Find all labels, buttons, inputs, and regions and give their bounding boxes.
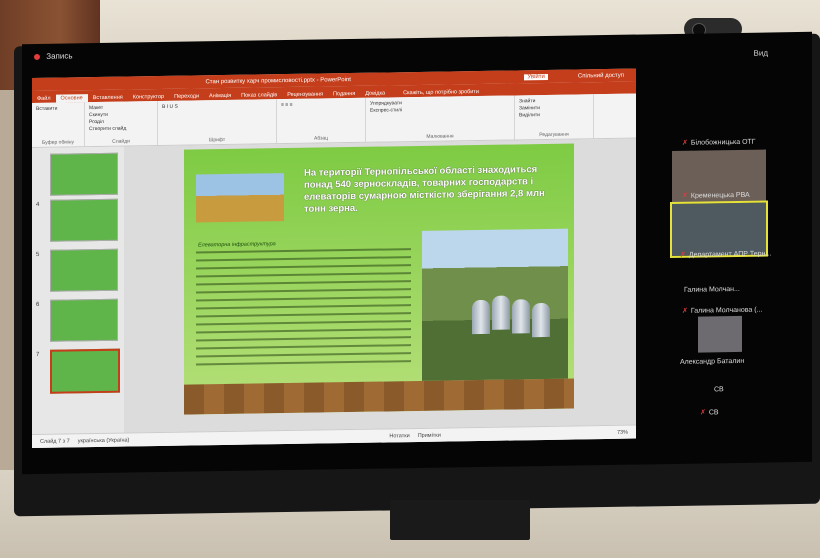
record-dot-icon (34, 53, 40, 60)
editing-group: Знайти Замінити Виділити Редагування (515, 94, 594, 140)
slide-number: 4 (36, 201, 40, 208)
notes-button[interactable]: Нотатки (389, 433, 409, 439)
participant-name: ✗ Білобожницька ОТГ (682, 138, 756, 147)
silo-shape (472, 299, 490, 335)
grain-field-image (196, 173, 284, 223)
powerpoint-window: Стан розвитку харч промисловості.pptx - … (32, 68, 636, 449)
slide-thumbnail[interactable] (50, 248, 118, 292)
slide-subtitle[interactable]: Елеваторна інфраструктура (198, 241, 276, 248)
quick-styles-button[interactable]: Експрес-стилі (370, 106, 510, 115)
slide-canvas: На території Тернопільської області знах… (124, 138, 636, 434)
mic-muted-icon: ✗ (700, 409, 706, 417)
slide-thumbnail-selected[interactable] (50, 348, 120, 394)
slide-thumbnail[interactable] (50, 198, 118, 242)
paste-button[interactable]: Вставити (36, 105, 80, 113)
drawing-label: Малювання (426, 133, 454, 140)
clipboard-label: Буфер обміну (41, 139, 75, 146)
clipboard-group: Вставити Буфер обміну (32, 102, 85, 148)
paragraph-label: Абзац (313, 135, 329, 142)
participant-name: ✗ СВ (700, 409, 719, 417)
participant-name: ✗ Департамент АПР Терн... (680, 250, 772, 259)
participant-initials: СВ (714, 386, 724, 394)
current-slide[interactable]: На території Тернопільської області знах… (184, 143, 574, 415)
slide-number: 5 (36, 251, 40, 258)
font-format-buttons[interactable]: B I U S (162, 102, 272, 111)
monitor-screen: Запись Вид Стан розвитку харч промислово… (22, 31, 812, 475)
comments-button[interactable]: Примітки (418, 432, 441, 438)
participant-video[interactable] (698, 315, 742, 353)
slide-number: 6 (36, 301, 40, 308)
wood-floor-decor (184, 378, 574, 415)
mic-muted-icon: ✗ (682, 307, 688, 315)
mic-muted-icon: ✗ (682, 139, 688, 147)
sign-in-button[interactable]: Увійти (524, 73, 548, 80)
select-button[interactable]: Виділити (519, 111, 589, 119)
slide-thumbnail[interactable] (50, 298, 118, 342)
font-group: B I U S Шрифт (158, 99, 277, 146)
new-slide-button[interactable]: Створити слайд (89, 125, 153, 133)
participant-name: ✗ Кременецька РВА (682, 191, 750, 200)
participant-name: Александр Баталин (680, 357, 745, 366)
slide-thumbnails-pane: 4 5 6 7 (32, 146, 125, 436)
align-buttons[interactable]: ≡ ≡ ≡ (281, 101, 361, 109)
slide-body-text[interactable] (196, 248, 411, 371)
editing-label: Редагування (539, 131, 569, 139)
silo-shape (512, 299, 530, 334)
monitor-stand (390, 500, 530, 540)
slides-label: Слайди (112, 138, 130, 145)
mic-muted-icon: ✗ (682, 192, 688, 200)
font-label: Шрифт (208, 137, 226, 144)
language-indicator[interactable]: українська (Україна) (78, 437, 130, 444)
view-button[interactable]: Вид (754, 48, 768, 57)
recording-indicator[interactable]: Запись (34, 51, 72, 61)
participant-name: Галина Молчан... (684, 285, 740, 294)
slide-number: 7 (36, 351, 40, 358)
paragraph-group: ≡ ≡ ≡ Абзац (277, 97, 366, 144)
slide-counter: Слайд 7 з 7 (40, 437, 70, 445)
participants-panel: ✗ Білобожницька ОТГ ✗ Кременецька РВА ✗ Деп… (670, 137, 802, 417)
mic-muted-icon: ✗ (680, 251, 686, 259)
slide-title[interactable]: На території Тернопільської області знах… (304, 164, 554, 216)
participant-name: ✗ Галина Молчанова (... (682, 306, 763, 315)
recording-label: Запись (46, 51, 73, 61)
silo-shape (492, 295, 510, 330)
slide-thumbnail[interactable] (50, 152, 118, 196)
elevator-aerial-photo (422, 228, 568, 381)
slides-group: Макет Скинути Розділ Створити слайд Слай… (85, 101, 158, 147)
share-button[interactable]: Спільний доступ (578, 72, 624, 79)
silo-shape (532, 302, 550, 338)
active-speaker-video[interactable] (670, 200, 768, 259)
drawing-group: Упорядкувати Експрес-стилі Малювання (366, 95, 515, 142)
zoom-level[interactable]: 73% (617, 429, 628, 435)
